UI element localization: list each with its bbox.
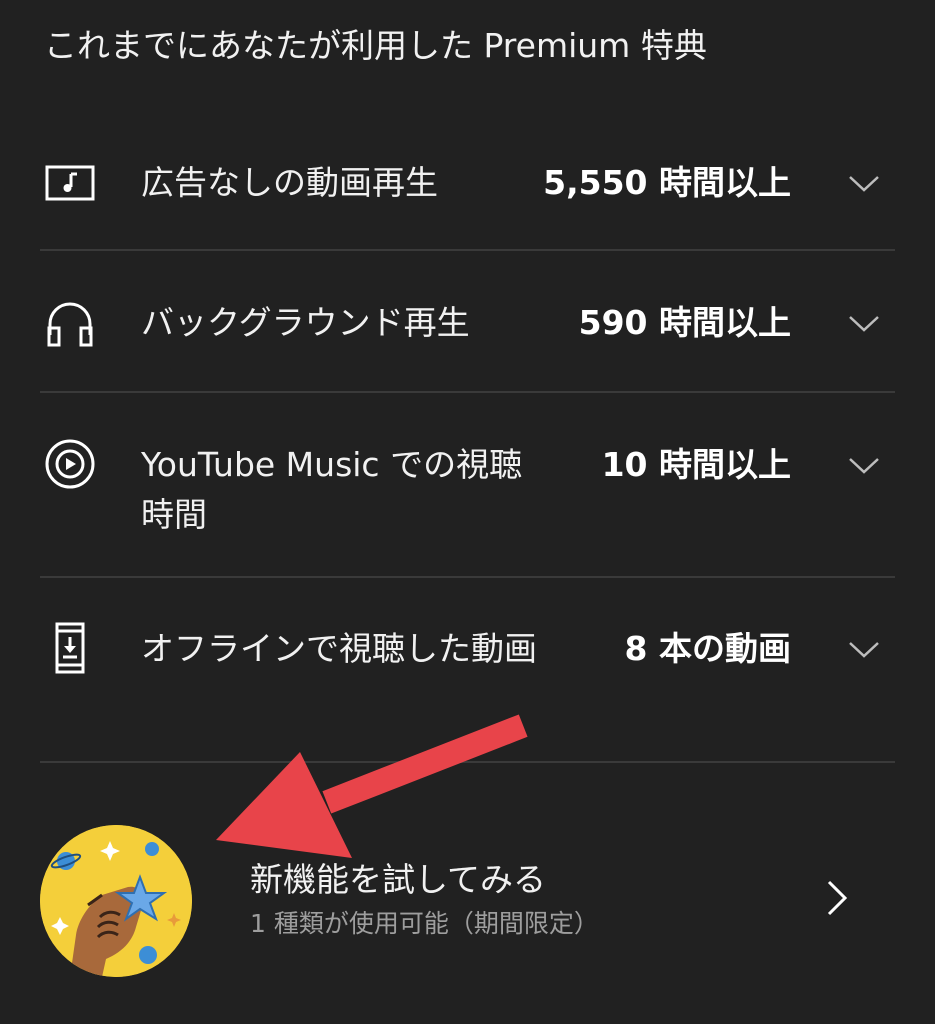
benefit-row-ad-free[interactable]: 広告なしの動画再生 5,550 時間以上 xyxy=(40,150,895,248)
divider xyxy=(40,391,895,393)
benefit-value: 5,550 時間以上 xyxy=(543,163,791,202)
premium-benefits-page: これまでにあなたが利用した Premium 特典 広告なしの動画再生 5,550… xyxy=(0,0,935,1024)
promo-title: 新機能を試してみる xyxy=(250,860,547,899)
divider xyxy=(40,576,895,578)
benefit-row-youtube-music[interactable]: YouTube Music での視聴時間 10 時間以上 xyxy=(40,438,895,568)
divider xyxy=(40,761,895,763)
youtube-music-icon xyxy=(44,438,96,490)
benefit-label: オフラインで視聴した動画 xyxy=(141,629,537,668)
headphones-icon xyxy=(44,297,96,349)
try-new-features-row[interactable]: 新機能を試してみる 1 種類が使用可能（期間限定） xyxy=(40,820,895,980)
chevron-down-icon[interactable] xyxy=(847,448,881,482)
benefit-label: YouTube Music での視聴時間 xyxy=(141,445,523,534)
chevron-right-icon[interactable] xyxy=(819,876,855,920)
page-title: これまでにあなたが利用した Premium 特典 xyxy=(44,26,707,65)
benefit-row-offline[interactable]: オフラインで視聴した動画 8 本の動画 xyxy=(40,622,895,752)
benefit-label: 広告なしの動画再生 xyxy=(141,163,438,202)
benefit-label: バックグラウンド再生 xyxy=(141,303,470,342)
benefit-row-background-play[interactable]: バックグラウンド再生 590 時間以上 xyxy=(40,292,895,390)
music-video-icon xyxy=(44,157,96,209)
benefit-value: 10 時間以上 xyxy=(601,445,791,484)
benefit-value: 590 時間以上 xyxy=(578,303,791,342)
phone-download-icon xyxy=(44,622,96,674)
chevron-down-icon[interactable] xyxy=(847,306,881,340)
new-features-illustration-icon xyxy=(40,825,192,977)
chevron-down-icon[interactable] xyxy=(847,166,881,200)
divider xyxy=(40,249,895,251)
benefit-value: 8 本の動画 xyxy=(624,629,791,668)
promo-subtitle: 1 種類が使用可能（期間限定） xyxy=(250,909,599,938)
chevron-down-icon[interactable] xyxy=(847,632,881,666)
